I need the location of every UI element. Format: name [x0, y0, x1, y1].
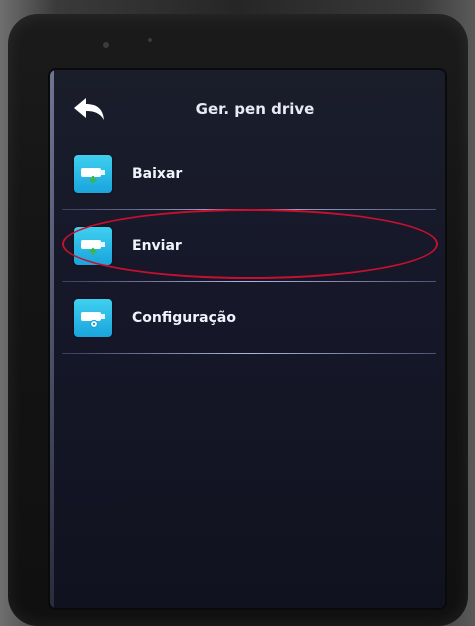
device-photo: Ger. pen drive Baixar Enviar Configuraçã… — [0, 0, 475, 626]
back-button[interactable] — [64, 88, 114, 130]
menu-item-enviar[interactable]: Enviar — [62, 210, 436, 282]
menu-item-label: Enviar — [132, 238, 182, 254]
divider — [62, 353, 436, 354]
usb-menu: Baixar Enviar Configuração — [62, 138, 438, 354]
usb-upload-icon — [74, 227, 112, 265]
screen-header: Ger. pen drive — [64, 88, 436, 130]
screen-glare — [50, 70, 54, 608]
usb-download-icon — [74, 155, 112, 193]
usb-settings-icon — [74, 299, 112, 337]
device-screen: Ger. pen drive Baixar Enviar Configuraçã… — [50, 70, 445, 608]
back-arrow-icon — [74, 98, 104, 120]
menu-item-baixar[interactable]: Baixar — [62, 138, 436, 210]
page-title: Ger. pen drive — [195, 100, 315, 118]
menu-item-configuracao[interactable]: Configuração — [62, 282, 436, 354]
menu-item-label: Baixar — [132, 166, 183, 182]
front-led — [148, 38, 152, 42]
front-sensor — [103, 42, 109, 48]
menu-item-label: Configuração — [132, 310, 236, 326]
